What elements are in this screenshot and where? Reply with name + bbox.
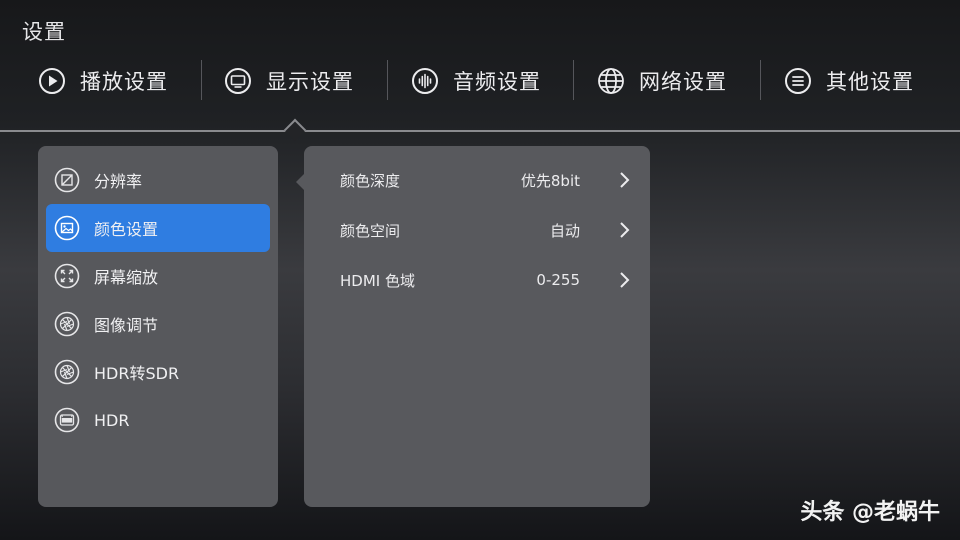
sidebar-item-label: 图像调节 [94, 316, 159, 335]
chevron-right-icon [614, 220, 634, 240]
globe-icon [597, 67, 625, 95]
setting-value: 0-255 [536, 271, 580, 289]
image-icon [54, 215, 80, 241]
sidebar-item-hdr[interactable]: HDR [46, 396, 270, 444]
menu-lines-icon [784, 67, 812, 95]
play-icon [38, 67, 66, 95]
tab-separator [573, 60, 574, 100]
monitor-icon [224, 67, 252, 95]
color-settings-panel: 颜色深度 优先8bit 颜色空间 自动 HDMI 色域 0-255 [304, 146, 650, 507]
tab-network-settings[interactable]: 网络设置 [597, 56, 727, 106]
selection-pointer [296, 174, 304, 190]
setting-label: HDMI 色域 [340, 271, 415, 290]
tab-audio-settings[interactable]: 音频设置 [411, 56, 541, 106]
tab-label: 播放设置 [80, 70, 168, 94]
sidebar-item-hdr-to-sdr[interactable]: HDR转SDR [46, 348, 270, 396]
sidebar-item-label: 颜色设置 [94, 220, 159, 239]
tab-label: 其他设置 [826, 70, 914, 94]
tab-label: 音频设置 [453, 70, 541, 94]
watermark: 头条 @老蜗牛 [800, 500, 940, 525]
tab-display-settings[interactable]: 显示设置 [224, 56, 354, 106]
sidebar-item-label: 屏幕缩放 [94, 268, 159, 287]
tab-label: 显示设置 [266, 70, 354, 94]
sidebar-item-label: HDR转SDR [94, 364, 180, 383]
aperture-icon [54, 311, 80, 337]
tab-other-settings[interactable]: 其他设置 [784, 56, 914, 106]
chevron-right-icon [614, 270, 634, 290]
chevron-right-icon [614, 170, 634, 190]
setting-row-color-depth[interactable]: 颜色深度 优先8bit [304, 160, 650, 200]
aperture-icon [54, 359, 80, 385]
header-divider [0, 130, 960, 132]
sidebar-item-screen-zoom[interactable]: 屏幕缩放 [46, 252, 270, 300]
sidebar-item-color-settings[interactable]: 颜色设置 [46, 204, 270, 252]
tab-label: 网络设置 [639, 70, 727, 94]
expand-icon [54, 263, 80, 289]
audio-wave-icon [411, 67, 439, 95]
resolution-icon [54, 167, 80, 193]
sidebar-item-label: 分辨率 [94, 172, 143, 191]
sidebar-item-image-adjust[interactable]: 图像调节 [46, 300, 270, 348]
tab-separator [387, 60, 388, 100]
sidebar-panel: 分辨率 颜色设置 屏幕缩放 图像调节 HDR转SDR HDR [38, 146, 278, 507]
setting-label: 颜色空间 [340, 221, 401, 240]
top-tab-bar: 播放设置 显示设置 音频设置 网络设置 其他设置 [0, 56, 960, 106]
selected-tab-indicator [283, 118, 307, 142]
tab-separator [760, 60, 761, 100]
sidebar-item-label: HDR [94, 410, 130, 430]
sidebar-item-resolution[interactable]: 分辨率 [46, 156, 270, 204]
setting-label: 颜色深度 [340, 171, 401, 190]
setting-value: 优先8bit [520, 171, 580, 190]
setting-value: 自动 [549, 221, 580, 240]
hdr-icon [54, 407, 80, 433]
setting-row-hdmi-range[interactable]: HDMI 色域 0-255 [304, 260, 650, 300]
tab-playback-settings[interactable]: 播放设置 [38, 56, 168, 106]
page-title: 设置 [22, 20, 66, 44]
setting-row-color-space[interactable]: 颜色空间 自动 [304, 210, 650, 250]
tab-separator [201, 60, 202, 100]
